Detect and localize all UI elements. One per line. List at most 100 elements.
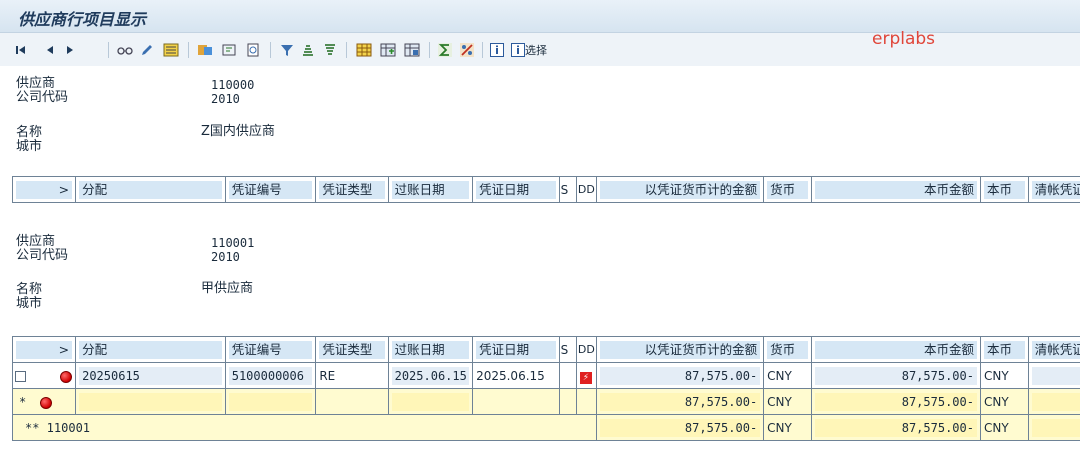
company-code-value: 2010 (211, 92, 240, 106)
name-label: 名称 (16, 125, 43, 140)
separator (108, 42, 109, 58)
header-dd[interactable]: DD (575, 176, 598, 203)
sum-icon[interactable] (437, 42, 453, 58)
row-select-checkbox[interactable] (15, 371, 26, 382)
sort-ascending-icon[interactable] (300, 42, 316, 58)
red-status-icon (59, 370, 72, 383)
header-amount-local[interactable]: 本币金额 (811, 336, 981, 363)
cell-posting-date: 2025.06.15 (387, 362, 474, 389)
subtotal-clearing-doc (1027, 388, 1080, 415)
table-header-row: > 分配 凭证编号 凭证类型 过账日期 凭证日期 S DD 以凭证货币计的金额 … (11, 336, 1080, 363)
line-items-table-1: > 分配 凭证编号 凭证类型 过账日期 凭证日期 S DD 以凭证货币计的金额 … (11, 176, 1080, 203)
header-doc-type[interactable]: 凭证类型 (315, 336, 389, 363)
total-label: ** 110001 (25, 421, 91, 435)
name-value: 甲供应商 (201, 281, 254, 296)
separator (482, 42, 483, 58)
select-line-icon[interactable] (220, 42, 238, 58)
total-amount-doc: 87,575.00- (596, 414, 765, 441)
subtotal-marker: * (19, 395, 27, 409)
print-preview-icon[interactable] (244, 42, 262, 58)
header-doc-no[interactable]: 凭证编号 (224, 336, 317, 363)
cell-amount-doc: 87,575.00- (596, 362, 765, 389)
cell-doc-no[interactable]: 5100000006 (224, 362, 317, 389)
filter-icon[interactable] (279, 42, 295, 58)
header-currency[interactable]: 货币 (763, 336, 812, 363)
header-amount-doc[interactable]: 以凭证货币计的金额 (596, 336, 765, 363)
pencil-icon[interactable] (139, 42, 155, 58)
header-local-currency[interactable]: 本币 (979, 176, 1029, 203)
change-layout-icon[interactable] (379, 42, 397, 58)
header-doc-type[interactable]: 凭证类型 (315, 176, 389, 203)
header-assignment[interactable]: 分配 (75, 176, 226, 203)
list-display-icon[interactable] (162, 42, 180, 58)
glasses-icon[interactable] (117, 42, 133, 58)
select-button[interactable]: 选择 (511, 42, 571, 58)
header-arrow[interactable]: > (11, 336, 77, 363)
header-arrow[interactable]: > (11, 176, 77, 203)
subtotal-icon[interactable] (459, 42, 475, 58)
next-icon[interactable] (64, 42, 76, 58)
header-doc-date[interactable]: 凭证日期 (472, 176, 560, 203)
previous-icon[interactable] (44, 42, 56, 58)
save-layout-icon[interactable] (403, 42, 421, 58)
subtotal-local-currency: CNY (979, 388, 1029, 415)
select-label: 选择 (525, 44, 547, 57)
info-icon[interactable] (489, 42, 505, 58)
header-s[interactable]: S (558, 336, 577, 363)
vendor-value: 110001 (211, 236, 255, 250)
header-local-currency[interactable]: 本币 (979, 336, 1029, 363)
header-posting-date[interactable]: 过账日期 (387, 176, 474, 203)
subtotal-doc-no (224, 388, 317, 415)
cell-doc-type: RE (315, 362, 389, 389)
header-doc-date[interactable]: 凭证日期 (472, 336, 560, 363)
subtotal-doc-type (315, 388, 389, 415)
separator (429, 42, 430, 58)
vendor-label: 供应商 (16, 76, 56, 91)
subtotal-amount-local: 87,575.00- (811, 388, 981, 415)
city-label: 城市 (16, 296, 43, 311)
line-items-table-2: > 分配 凭证编号 凭证类型 过账日期 凭证日期 S DD 以凭证货币计的金额 … (11, 336, 1080, 441)
header-clearing-doc[interactable]: 清帐凭证 (1027, 336, 1080, 363)
table-header-row: > 分配 凭证编号 凭证类型 过账日期 凭证日期 S DD 以凭证货币计的金额 … (11, 176, 1080, 203)
header-assignment[interactable]: 分配 (75, 336, 226, 363)
cell-local-currency: CNY (979, 362, 1029, 389)
name-value: Z国内供应商 (201, 124, 275, 139)
watermark: erplabs (872, 29, 936, 49)
red-status-icon (40, 396, 53, 409)
header-currency[interactable]: 货币 (763, 176, 812, 203)
cell-currency: CNY (763, 362, 812, 389)
grid-layout-icon[interactable] (355, 42, 373, 58)
subtotal-posting-date (387, 388, 474, 415)
company-code-label: 公司代码 (16, 90, 69, 105)
total-label-cell: ** 110001 (11, 414, 598, 441)
vendor-value: 110000 (211, 78, 255, 92)
name-label: 名称 (16, 282, 43, 297)
cell-s (558, 362, 577, 389)
header-dd[interactable]: DD (575, 336, 598, 363)
subtotal-currency: CNY (763, 388, 812, 415)
header-doc-no[interactable]: 凭证编号 (224, 176, 317, 203)
vendor-label: 供应商 (16, 234, 56, 249)
total-local-currency: CNY (979, 414, 1029, 441)
table-row[interactable]: 20250615 5100000006 RE 2025.06.15 2025.0… (11, 362, 1080, 389)
company-code-value: 2010 (211, 250, 240, 264)
header-posting-date[interactable]: 过账日期 (387, 336, 474, 363)
total-clearing-doc (1027, 414, 1080, 441)
first-page-icon[interactable] (14, 42, 28, 58)
header-clearing-doc[interactable]: 清帐凭证 (1027, 176, 1080, 203)
header-amount-doc[interactable]: 以凭证货币计的金额 (596, 176, 765, 203)
header-amount-local[interactable]: 本币金额 (811, 176, 981, 203)
header-s[interactable]: S (558, 176, 577, 203)
cell-assignment: 20250615 (75, 362, 226, 389)
window-title: 供应商行项目显示 (18, 10, 147, 29)
total-currency: CNY (763, 414, 812, 441)
refresh-icon[interactable] (196, 42, 214, 58)
total-row: ** 110001 87,575.00- CNY 87,575.00- CNY (11, 414, 1080, 441)
info-select-icon (511, 43, 525, 57)
sort-descending-icon[interactable] (322, 42, 338, 58)
company-code-label: 公司代码 (16, 248, 69, 263)
subtotal-marker-cell: * (11, 388, 77, 415)
cell-clearing-doc (1027, 362, 1080, 389)
subtotal-dd (575, 388, 598, 415)
subtotal-amount-doc: 87,575.00- (596, 388, 765, 415)
